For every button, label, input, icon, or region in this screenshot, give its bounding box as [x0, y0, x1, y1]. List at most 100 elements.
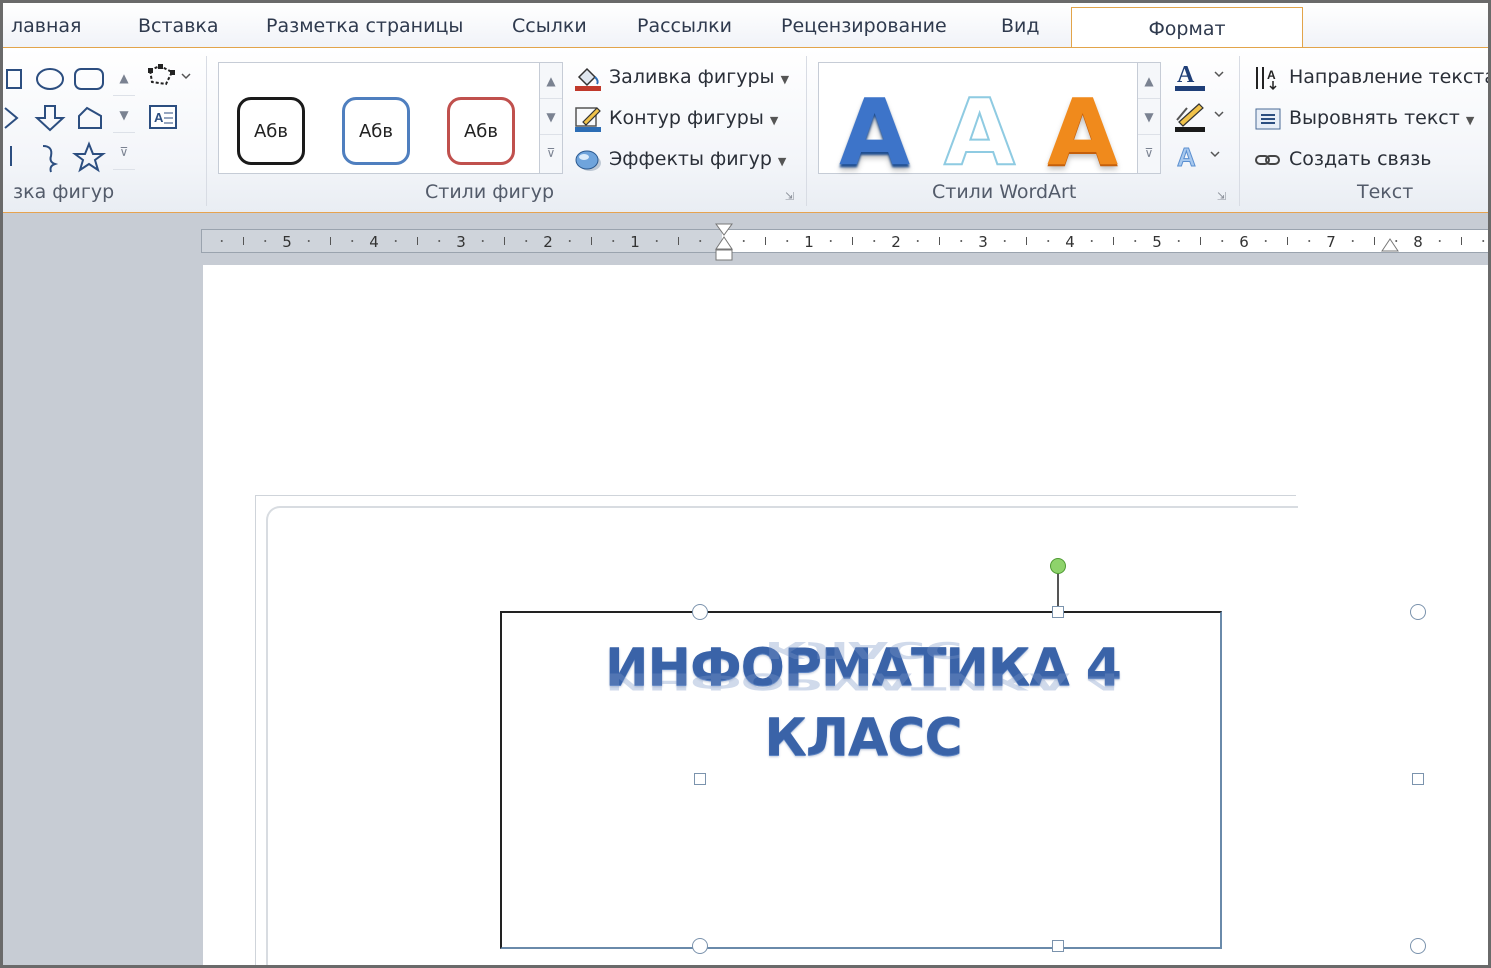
- resize-handle[interactable]: [692, 938, 708, 954]
- shape-style-red[interactable]: Абв: [447, 97, 515, 165]
- horizontal-ruler[interactable]: 5 4 3 2 1 1 2 3 4 5 6 7 8: [201, 229, 1488, 253]
- ruler-tick: [220, 240, 223, 242]
- shape-outline-label: Контур фигуры: [609, 107, 764, 129]
- link-icon: [1255, 154, 1280, 165]
- rotation-handle[interactable]: [1050, 558, 1066, 574]
- ruler-tick: [655, 240, 658, 242]
- create-link-label: Создать связь: [1289, 148, 1432, 170]
- shape-style-blue[interactable]: Абв: [342, 97, 410, 165]
- ruler-number: 4: [369, 233, 379, 251]
- resize-handle[interactable]: [694, 773, 706, 785]
- tab-format[interactable]: Формат: [1071, 7, 1303, 50]
- shape-fill-label: Заливка фигуры: [609, 66, 775, 88]
- dialog-launcher-icon[interactable]: ⇲: [1217, 190, 1229, 203]
- scroll-up-icon[interactable]: ▲: [113, 60, 135, 96]
- word-window: лавная Вставка Разметка страницы Ссылки …: [0, 0, 1491, 968]
- tab-home[interactable]: лавная: [11, 9, 81, 43]
- shape-styles-scroll[interactable]: ▲ ▼ ⊽: [539, 62, 563, 174]
- shape-effects-button[interactable]: Эффекты фигур ▼: [573, 144, 786, 174]
- wordart-style-blue[interactable]: A: [839, 83, 910, 183]
- shape-effects-label: Эффекты фигур: [609, 148, 772, 170]
- ruler-number: 1: [630, 233, 640, 251]
- chevron-down-icon: ▼: [777, 155, 787, 168]
- ruler-number: 5: [1152, 233, 1162, 251]
- more-icon[interactable]: ⊽: [540, 135, 562, 171]
- ruler-tick: [1177, 240, 1180, 242]
- scroll-down-icon[interactable]: ▼: [113, 97, 135, 133]
- ruler-tick: [307, 240, 310, 242]
- text-effects-button[interactable]: A: [1171, 140, 1231, 174]
- shapes-icons: [4, 68, 106, 173]
- ruler-tick: [1482, 240, 1485, 242]
- text-direction-button[interactable]: A Направление текста: [1253, 62, 1488, 92]
- more-icon[interactable]: ⊽: [1138, 135, 1160, 171]
- resize-handle[interactable]: [1410, 604, 1426, 620]
- ruler-number: 6: [1239, 233, 1249, 251]
- scroll-up-icon[interactable]: ▲: [540, 63, 562, 99]
- wordart-style-orange[interactable]: A: [1047, 83, 1118, 183]
- scroll-down-icon[interactable]: ▼: [1138, 99, 1160, 135]
- resize-handle[interactable]: [692, 604, 708, 620]
- wordart-gallery: A A A: [818, 62, 1138, 184]
- resize-handle[interactable]: [1410, 938, 1426, 954]
- right-indent-icon[interactable]: [1381, 235, 1399, 253]
- tab-page-layout[interactable]: Разметка страницы: [266, 9, 463, 43]
- text-outline-button[interactable]: [1171, 100, 1231, 134]
- text-outline-icon: [1175, 103, 1224, 132]
- tab-references[interactable]: Ссылки: [512, 9, 587, 43]
- tab-mailings[interactable]: Рассылки: [637, 9, 732, 43]
- resize-handle[interactable]: [1412, 773, 1424, 785]
- svg-text:A: A: [154, 110, 164, 125]
- separator: [1239, 56, 1240, 206]
- ruler-tick: [525, 240, 528, 242]
- effects-icon: [575, 150, 601, 171]
- chevron-down-icon: ▼: [769, 114, 779, 127]
- wordart-style-outline[interactable]: A: [943, 82, 1016, 184]
- ruler-tick: [960, 240, 963, 242]
- ruler-tick: [1264, 240, 1267, 242]
- group-label-wordart-styles: Стили WordArt: [932, 181, 1077, 203]
- tab-insert[interactable]: Вставка: [138, 9, 219, 43]
- ruler-tick: [1003, 240, 1006, 242]
- shape-outline-button[interactable]: Контур фигуры ▼: [573, 103, 778, 133]
- ruler-ticks: 5 4 3 2 1 1 2 3 4 5 6 7 8: [220, 233, 1485, 251]
- text-box-icon[interactable]: A: [148, 104, 178, 130]
- edit-shape-icon[interactable]: [146, 62, 192, 92]
- indent-marker-icon[interactable]: [715, 223, 733, 263]
- shapes-gallery[interactable]: [3, 58, 113, 176]
- ruler-tick: [1351, 240, 1354, 242]
- wordart-scroll[interactable]: ▲ ▼ ⊽: [1137, 62, 1161, 174]
- svg-text:A: A: [1177, 62, 1195, 88]
- ruler-area: 5 4 3 2 1 1 2 3 4 5 6 7 8: [3, 213, 1488, 265]
- group-label-shape-styles: Стили фигур: [425, 181, 555, 203]
- ruler-tick: [916, 240, 919, 242]
- resize-handle[interactable]: [1052, 606, 1064, 618]
- shape-style-black[interactable]: Абв: [237, 97, 305, 165]
- shapes-gallery-scroll[interactable]: ▲ ▼ ⊽: [113, 60, 135, 170]
- ruler-tick: [742, 240, 745, 242]
- text-fill-button[interactable]: A: [1171, 60, 1231, 94]
- more-icon[interactable]: ⊽: [113, 134, 135, 170]
- ruler-number: 4: [1065, 233, 1075, 251]
- ruler-number: 2: [543, 233, 553, 251]
- shape-fill-button[interactable]: Заливка фигуры ▼: [573, 62, 789, 92]
- shape-styles-gallery: Абв Абв Абв: [218, 62, 540, 174]
- ruler-tick: [481, 240, 484, 242]
- svg-text:A: A: [1177, 142, 1196, 172]
- text-effects-icon: A: [1177, 142, 1220, 173]
- resize-handle[interactable]: [1052, 940, 1064, 952]
- ruler-tick: [786, 240, 789, 242]
- tab-view[interactable]: Вид: [1001, 9, 1040, 43]
- create-link-button[interactable]: Создать связь: [1253, 144, 1431, 174]
- ruler-number: 3: [456, 233, 466, 251]
- scroll-down-icon[interactable]: ▼: [540, 99, 562, 135]
- tab-format-label: Формат: [1148, 18, 1226, 40]
- ruler-number: 3: [978, 233, 988, 251]
- tab-review[interactable]: Рецензирование: [781, 9, 947, 43]
- align-text-icon: [1255, 108, 1281, 129]
- align-text-button[interactable]: Выровнять текст ▼: [1253, 103, 1474, 133]
- dialog-launcher-icon[interactable]: ⇲: [785, 190, 797, 203]
- align-text-label: Выровнять текст: [1289, 107, 1460, 129]
- ruler-tick: [1308, 240, 1311, 242]
- scroll-up-icon[interactable]: ▲: [1138, 63, 1160, 99]
